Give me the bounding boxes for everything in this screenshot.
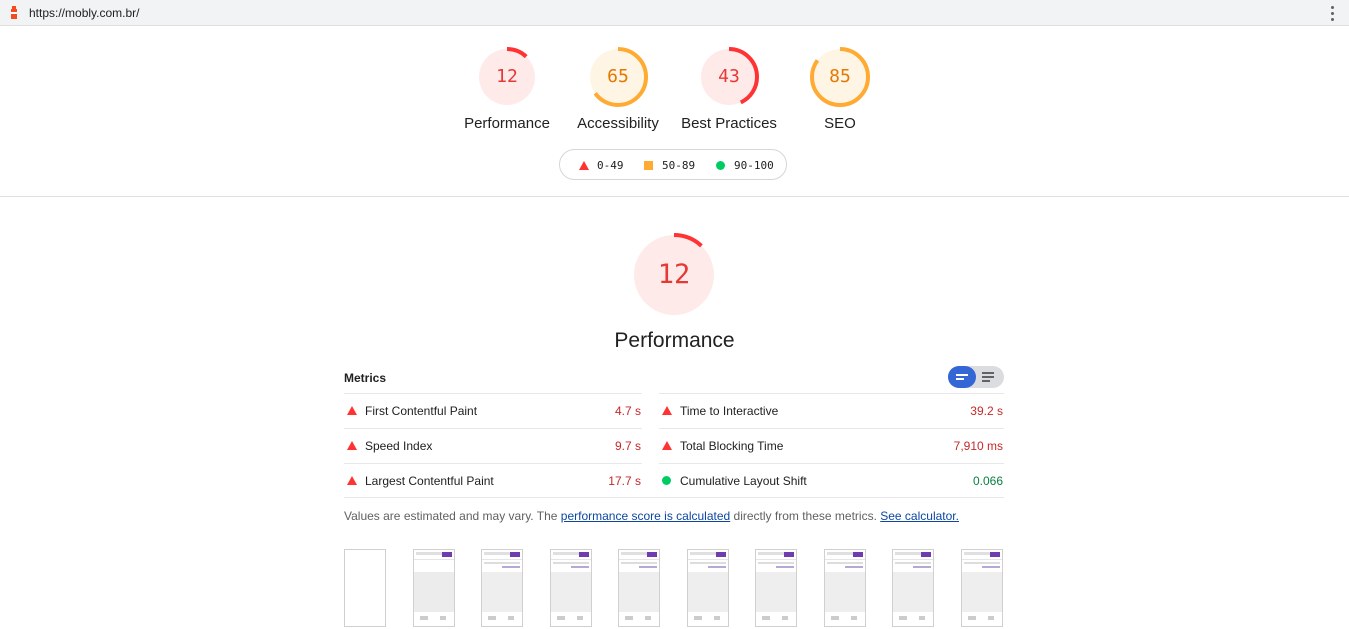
legend-fail-range: 0-49 (597, 159, 624, 172)
metric-value: 9.7 s (614, 439, 641, 453)
metric-name: Largest Contentful Paint (365, 474, 494, 488)
legend-pass-range: 90-100 (734, 159, 774, 172)
gauge-seo[interactable]: 85 SEO (780, 45, 900, 132)
metric-time-to-interactive: Time to Interactive 39.2 s (659, 393, 1004, 427)
metric-speed-index: Speed Index 9.7 s (344, 428, 642, 462)
triangle-icon (347, 406, 357, 415)
metric-first-contentful-paint: First Contentful Paint 4.7 s (344, 393, 642, 427)
gauge-best-practices-label: Best Practices (681, 115, 777, 132)
filmstrip-frame (892, 549, 934, 627)
metric-value: 0.066 (972, 474, 1003, 488)
filmstrip-frame (481, 549, 523, 627)
filmstrip-frame (755, 549, 797, 627)
metric-value: 4.7 s (614, 404, 641, 418)
performance-gauge-large: 12 (614, 232, 734, 323)
browser-topbar: https://mobly.com.br/ (0, 0, 1349, 26)
gauge-performance-score: 12 (496, 66, 518, 87)
compact-view-icon[interactable] (948, 366, 976, 388)
circle-icon (716, 161, 725, 170)
filmstrip-frame (550, 549, 592, 627)
filmstrip-frame (961, 549, 1003, 627)
triangle-icon (347, 441, 357, 450)
gauge-seo-label: SEO (824, 115, 856, 132)
metric-value: 7,910 ms (953, 439, 1003, 453)
page-url: https://mobly.com.br/ (29, 6, 140, 20)
gauge-performance-label: Performance (464, 115, 550, 132)
score-calculated-link[interactable]: performance score is calculated (561, 509, 730, 523)
metrics-bottom-border (344, 497, 1004, 498)
filmstrip (344, 549, 1004, 629)
square-icon (644, 161, 653, 170)
triangle-icon (347, 476, 357, 485)
metrics-note: Values are estimated and may vary. The p… (344, 509, 959, 523)
gauge-performance[interactable]: 12 Performance (447, 45, 567, 132)
gauge-best-practices-score: 43 (718, 66, 740, 87)
filmstrip-frame (687, 549, 729, 627)
filmstrip-frame (824, 549, 866, 627)
metric-name: First Contentful Paint (365, 404, 478, 418)
metric-name: Total Blocking Time (680, 439, 784, 453)
metrics-header: Metrics (344, 371, 387, 385)
metric-total-blocking-time: Total Blocking Time 7,910 ms (659, 428, 1004, 462)
more-options-icon[interactable] (1329, 4, 1335, 22)
legend-average: 50-89 (644, 159, 695, 172)
performance-title: Performance (614, 329, 735, 352)
metric-value: 17.7 s (608, 474, 641, 488)
gauge-accessibility[interactable]: 65 Accessibility (558, 45, 678, 132)
gauge-best-practices[interactable]: 43 Best Practices (669, 45, 789, 132)
note-prefix: Values are estimated and may vary. The (344, 509, 561, 523)
triangle-icon (662, 441, 672, 450)
legend-average-range: 50-89 (662, 159, 696, 172)
metric-name: Time to Interactive (680, 404, 779, 418)
metrics-view-toggle[interactable] (948, 366, 1004, 388)
metric-value: 39.2 s (970, 404, 1003, 418)
see-calculator-link[interactable]: See calculator. (880, 509, 959, 523)
metric-largest-contentful-paint: Largest Contentful Paint 17.7 s (344, 463, 642, 497)
gauge-accessibility-label: Accessibility (577, 115, 659, 132)
triangle-icon (579, 161, 589, 170)
circle-icon (662, 476, 671, 485)
triangle-icon (662, 406, 672, 415)
performance-score-large: 12 (657, 259, 691, 290)
metric-name: Speed Index (365, 439, 433, 453)
score-gauges: 12 Performance 65 Accessibility 43 Best … (0, 45, 1349, 140)
metric-cumulative-layout-shift: Cumulative Layout Shift 0.066 (659, 463, 1004, 497)
legend-fail: 0-49 (579, 159, 624, 172)
note-middle: directly from these metrics. (730, 509, 881, 523)
gauge-accessibility-score: 65 (607, 66, 629, 87)
section-divider (0, 196, 1349, 197)
filmstrip-frame (618, 549, 660, 627)
legend-pass: 90-100 (716, 159, 774, 172)
score-legend: 0-49 50-89 90-100 (559, 149, 787, 180)
filmstrip-frame (413, 549, 455, 627)
metric-name: Cumulative Layout Shift (680, 474, 807, 488)
lighthouse-icon (11, 6, 17, 19)
filmstrip-frame (344, 549, 386, 627)
expanded-view-icon[interactable] (976, 366, 1004, 388)
gauge-seo-score: 85 (829, 66, 851, 87)
